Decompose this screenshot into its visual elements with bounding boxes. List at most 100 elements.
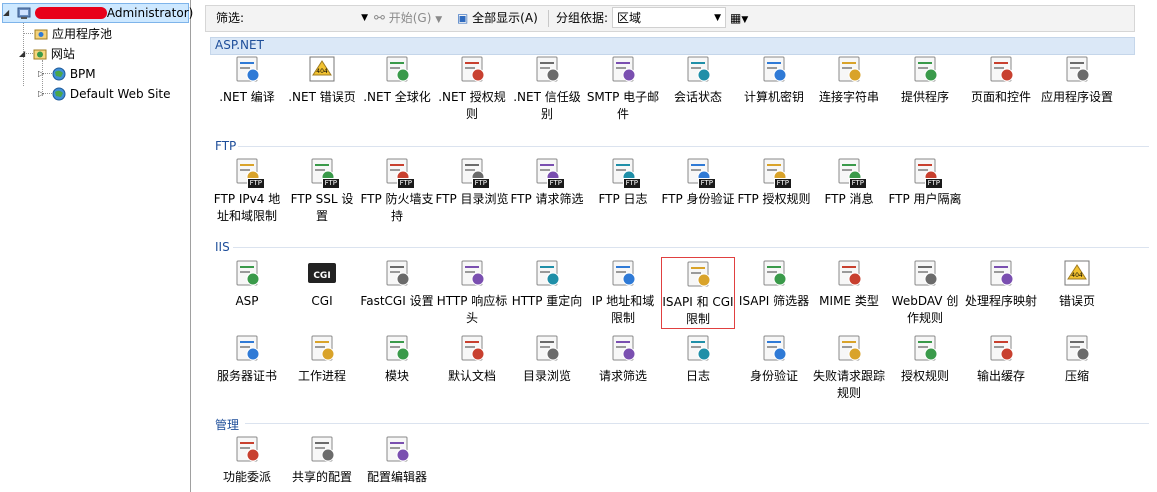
feature-item[interactable]: ASP <box>210 257 284 310</box>
feature-item-label: 请求筛选 <box>598 369 647 383</box>
ftp-directory-browsing-icon: FTP <box>456 155 490 189</box>
feature-item[interactable]: FTP FTP 身份验证 <box>661 155 735 208</box>
feature-item[interactable]: FTP FTP IPv4 地址和域限制 <box>210 155 284 225</box>
feature-item[interactable]: FTP FTP 授权规则 <box>737 155 811 208</box>
collapse-icon[interactable]: ◢ <box>3 4 13 22</box>
group-title[interactable]: IIS <box>215 240 230 254</box>
feature-item[interactable]: .NET 授权规则 <box>435 53 509 123</box>
feature-item-label: .NET 错误页 <box>288 90 356 104</box>
chevron-down-icon[interactable]: ▼ <box>435 15 442 25</box>
show-all-button[interactable]: ▣ 全部显示(A) <box>457 6 538 31</box>
feature-item[interactable]: 授权规则 <box>888 332 962 385</box>
feature-item[interactable]: 计算机密钥 <box>737 53 811 106</box>
ftp-badge-icon: FTP <box>848 178 867 189</box>
collapse-icon[interactable]: ◢ <box>19 45 29 63</box>
output-caching-icon <box>985 332 1017 364</box>
tree-item-bpm[interactable]: ▷ BPM <box>38 65 96 83</box>
chevron-down-icon[interactable]: ▼ <box>741 15 748 25</box>
feature-item[interactable]: 身份验证 <box>737 332 811 385</box>
feature-item[interactable]: .NET 信任级别 <box>510 53 584 123</box>
feature-item-label: HTTP 响应标头 <box>436 294 508 325</box>
feature-item[interactable]: IP 地址和域限制 <box>586 257 660 327</box>
tree-item-sites[interactable]: ◢ 网站 <box>19 45 75 63</box>
feature-item[interactable]: 应用程序设置 <box>1040 53 1114 106</box>
feature-item[interactable]: ISAPI 筛选器 <box>737 257 811 310</box>
feature-item[interactable]: 失败请求跟踪规则 <box>812 332 886 402</box>
feature-item[interactable]: 输出缓存 <box>964 332 1038 385</box>
feature-item[interactable]: .NET 编译 <box>210 53 284 106</box>
handler-mappings-icon <box>985 257 1017 289</box>
feature-item-label: HTTP 重定向 <box>511 294 583 308</box>
feature-item[interactable]: FTP FTP 日志 <box>586 155 660 208</box>
feature-item[interactable]: 服务器证书 <box>210 332 284 385</box>
view-button[interactable]: ▦▼ <box>730 6 748 31</box>
start-button[interactable]: ⚯ 开始(G) ▼ <box>374 6 442 31</box>
expand-icon[interactable]: ▷ <box>38 85 48 103</box>
tree-item-label: 应用程序池 <box>52 27 113 41</box>
feature-item[interactable]: .NET 全球化 <box>360 53 434 106</box>
feature-item[interactable]: HTTP 重定向 <box>510 257 584 310</box>
feature-item[interactable]: 功能委派 <box>210 433 284 486</box>
feature-item[interactable]: 页面和控件 <box>964 53 1038 106</box>
feature-item[interactable]: SMTP 电子邮件 <box>586 53 660 123</box>
modules-icon <box>381 332 413 364</box>
isapi-filters-icon <box>758 257 790 289</box>
feature-item-label: 共享的配置 <box>291 470 352 484</box>
feature-item[interactable]: 请求筛选 <box>586 332 660 385</box>
feature-item-label: .NET 信任级别 <box>513 90 581 121</box>
feature-item[interactable]: 压缩 <box>1040 332 1114 385</box>
feature-item-label: 错误页 <box>1058 294 1095 308</box>
feature-item-label: ASP <box>235 294 259 308</box>
feature-item-label: 失败请求跟踪规则 <box>812 369 885 400</box>
feature-item[interactable]: 工作进程 <box>285 332 359 385</box>
feature-item-label: 提供程序 <box>900 90 949 104</box>
group-title[interactable]: ASP.NET <box>215 38 264 52</box>
feature-item[interactable]: FTP FTP 用户隔离 <box>888 155 962 208</box>
group-title[interactable]: FTP <box>215 139 236 153</box>
feature-item[interactable]: MIME 类型 <box>812 257 886 310</box>
tree-root-server[interactable]: ◢ Administrator) <box>2 3 193 23</box>
ftp-firewall-icon: FTP <box>381 155 415 189</box>
filter-input[interactable]: ▼ <box>250 6 370 31</box>
net-compile-icon <box>231 53 263 85</box>
feature-item[interactable]: 共享的配置 <box>285 433 359 486</box>
feature-item[interactable]: 会话状态 <box>661 53 735 106</box>
group-title[interactable]: 管理 <box>215 416 239 433</box>
feature-item[interactable]: 404 .NET 错误页 <box>285 53 359 106</box>
feature-item[interactable]: FTP FTP 防火墙支持 <box>360 155 434 225</box>
feature-item[interactable]: FTP FTP 目录浏览 <box>435 155 509 208</box>
feature-item[interactable]: FTP FTP 请求筛选 <box>510 155 584 208</box>
feature-item[interactable]: WebDAV 创作规则 <box>888 257 962 327</box>
authentication-icon <box>758 332 790 364</box>
feature-item-label: FTP 请求筛选 <box>510 192 584 206</box>
tree-item-default-web-site[interactable]: ▷ Default Web Site <box>38 85 171 103</box>
globe-icon <box>52 67 66 81</box>
http-redirect-icon <box>531 257 563 289</box>
feature-item[interactable]: FTP FTP SSL 设置 <box>285 155 359 225</box>
feature-item-label: 处理程序映射 <box>964 294 1037 308</box>
group-by-select[interactable]: 区域 ▼ <box>612 7 726 28</box>
feature-item[interactable]: 日志 <box>661 332 735 385</box>
feature-item[interactable]: 提供程序 <box>888 53 962 106</box>
feature-item[interactable]: 配置编辑器 <box>360 433 434 486</box>
feature-item-label: 目录浏览 <box>522 369 571 383</box>
feature-item-label: 配置编辑器 <box>366 470 427 484</box>
tree-item-app-pools[interactable]: 应用程序池 <box>34 25 112 43</box>
feature-item[interactable]: 目录浏览 <box>510 332 584 385</box>
asp-icon <box>231 257 263 289</box>
feature-item[interactable]: 连接字符串 <box>812 53 886 106</box>
chevron-down-icon[interactable]: ▼ <box>361 6 368 31</box>
feature-item[interactable]: FastCGI 设置 <box>360 257 434 310</box>
expand-icon[interactable]: ▷ <box>38 65 48 83</box>
feature-item[interactable]: 处理程序映射 <box>964 257 1038 310</box>
feature-item[interactable]: ISAPI 和 CGI 限制 <box>661 257 735 329</box>
feature-item[interactable]: 404 错误页 <box>1040 257 1114 310</box>
feature-item[interactable]: CGI CGI <box>285 257 359 310</box>
feature-item[interactable]: 默认文档 <box>435 332 509 385</box>
feature-item[interactable]: HTTP 响应标头 <box>435 257 509 327</box>
ftp-badge-icon: FTP <box>773 178 792 189</box>
chevron-down-icon[interactable]: ▼ <box>714 8 721 29</box>
feature-item[interactable]: 模块 <box>360 332 434 385</box>
feature-item[interactable]: FTP FTP 消息 <box>812 155 886 208</box>
globe-icon <box>52 87 66 101</box>
